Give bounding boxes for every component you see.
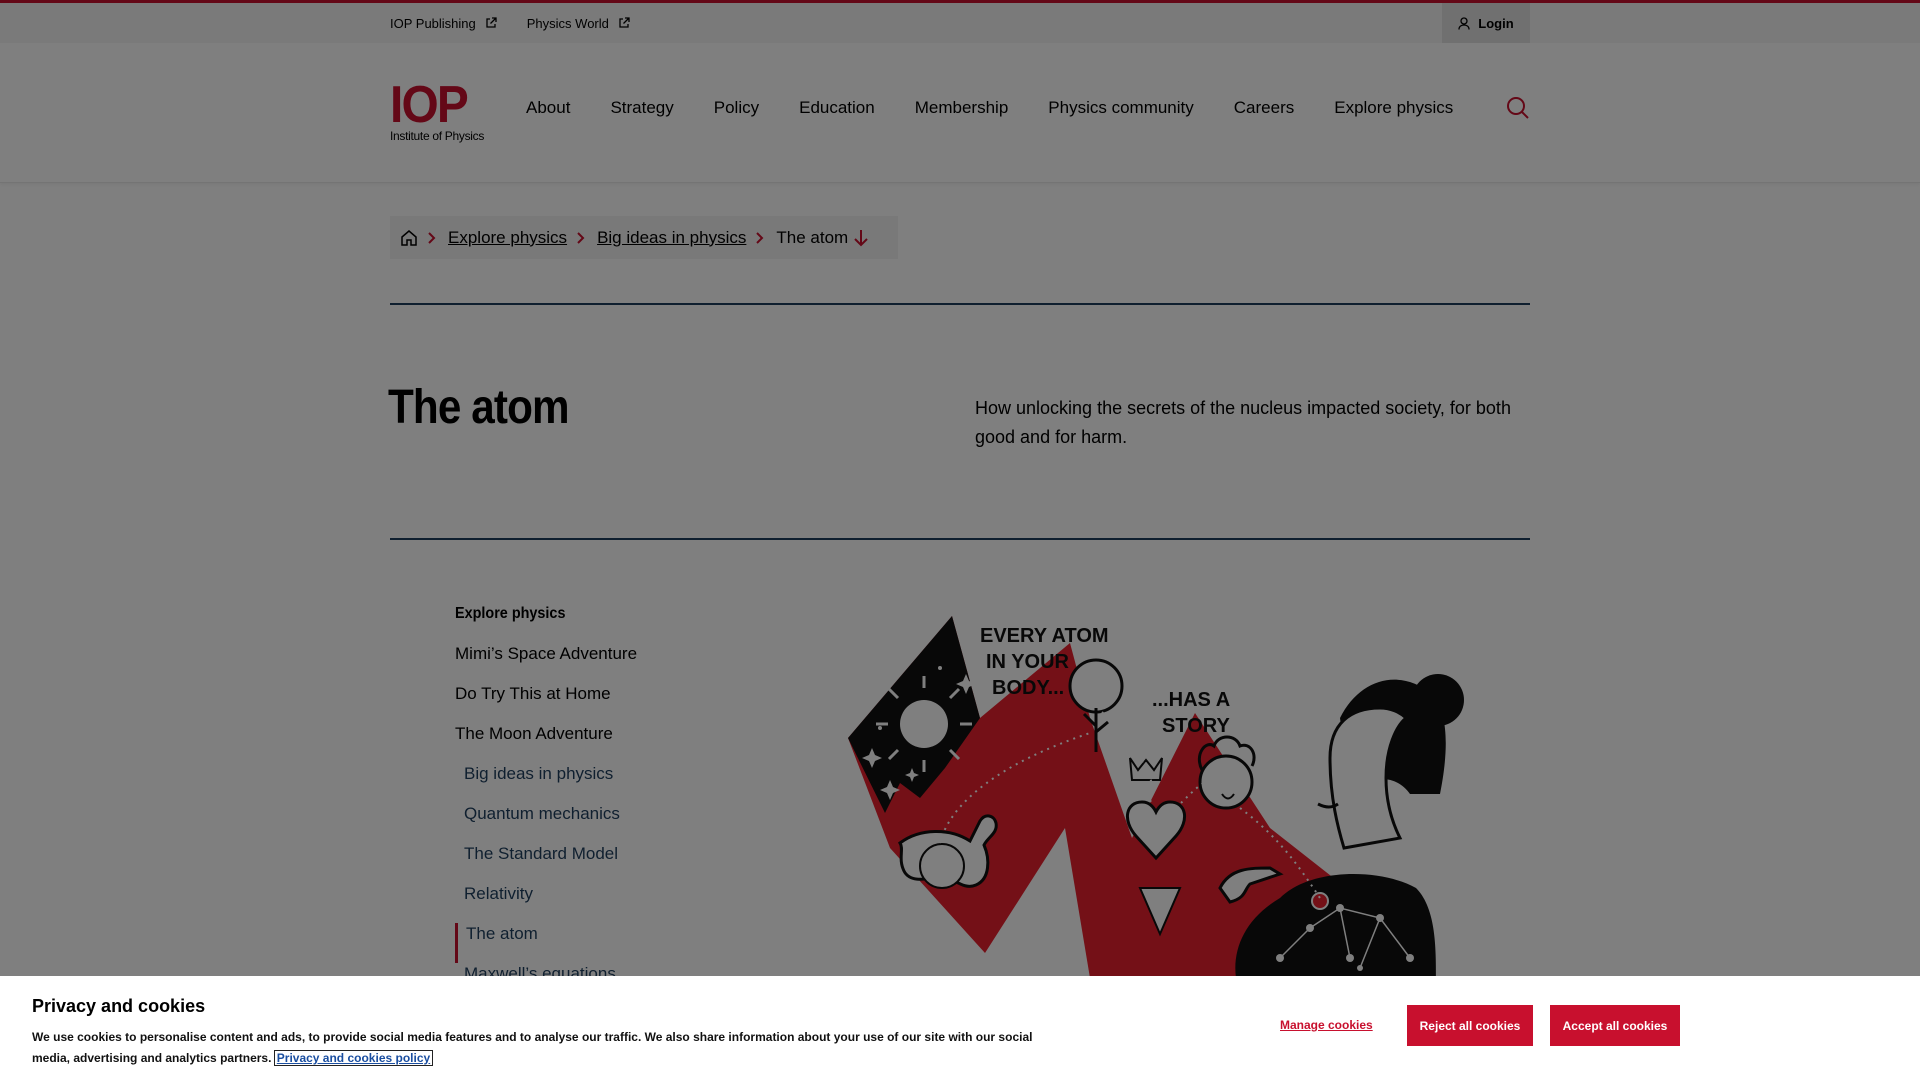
login-label: Login (1478, 15, 1514, 31)
section-nav-heading[interactable]: Explore physics (455, 605, 725, 623)
accept-cookies-button[interactable]: Accept all cookies (1550, 1005, 1680, 1046)
illustration-caption: STORY (1162, 715, 1230, 737)
nav-item-about[interactable]: About (526, 98, 570, 118)
nav-item-policy[interactable]: Policy (714, 98, 759, 118)
breadcrumb: Explore physics Big ideas in physics The… (390, 216, 898, 259)
section-nav-item[interactable]: The Moon Adventure (455, 723, 755, 763)
page-title: The atom (388, 381, 570, 434)
illustration-caption: BODY... (992, 677, 1064, 699)
external-link-icon (486, 17, 497, 28)
illustration-caption: IN YOUR (986, 651, 1070, 673)
divider (390, 538, 1530, 540)
home-icon[interactable] (400, 229, 418, 247)
nav-item-membership[interactable]: Membership (915, 98, 1009, 118)
utility-bar: IOP Publishing Physics World Login (0, 0, 1920, 43)
iop-publishing-link[interactable]: IOP Publishing (390, 16, 497, 31)
page-intro: How unlocking the secrets of the nucleus… (975, 398, 1511, 447)
user-icon (1458, 16, 1470, 30)
section-nav-item[interactable]: Mimi’s Space Adventure (455, 643, 755, 683)
chevron-right-icon (577, 231, 585, 244)
physics-world-link[interactable]: Physics World (527, 16, 630, 31)
physics-world-label: Physics World (526, 15, 609, 31)
reject-cookies-button[interactable]: Reject all cookies (1407, 1005, 1533, 1046)
illustration-caption: EVERY ATOM (980, 625, 1109, 647)
section-nav-subitem[interactable]: Big ideas in physics (455, 763, 755, 803)
iop-publishing-label: IOP Publishing (390, 15, 476, 31)
login-button[interactable]: Login (1442, 3, 1530, 43)
manage-cookies-button[interactable]: Manage cookies (1280, 1018, 1373, 1032)
cookie-description: We use cookies to personalise content an… (32, 1030, 1033, 1065)
arrow-down-icon[interactable] (854, 229, 868, 247)
privacy-policy-link[interactable]: Privacy and cookies policy (273, 1050, 434, 1066)
iop-logo[interactable]: IOP Institute of Physics (390, 76, 490, 143)
section-nav-subitem[interactable]: Relativity (455, 883, 755, 923)
breadcrumb-big-ideas[interactable]: Big ideas in physics (597, 228, 746, 248)
search-button[interactable] (1506, 96, 1530, 125)
divider (390, 303, 1530, 305)
illustration-caption: ...HAS A (1152, 689, 1230, 711)
breadcrumb-explore-physics[interactable]: Explore physics (448, 228, 567, 248)
chevron-right-icon (428, 231, 436, 244)
section-nav-active-item[interactable]: The atom (455, 923, 755, 963)
section-nav-item[interactable]: Do Try This at Home (455, 683, 755, 723)
search-icon (1507, 97, 1529, 119)
main-nav: About Strategy Policy Education Membersh… (526, 98, 1493, 118)
nav-item-explore-physics[interactable]: Explore physics (1334, 98, 1453, 118)
section-nav: Explore physics Mimi’s Space Adventure D… (455, 605, 755, 1003)
nav-item-strategy[interactable]: Strategy (610, 98, 673, 118)
logo-mark: IOP (390, 76, 469, 134)
external-link-icon (619, 17, 630, 28)
section-nav-subitem[interactable]: The Standard Model (455, 843, 755, 883)
nav-item-physics-community[interactable]: Physics community (1048, 98, 1193, 118)
breadcrumb-current[interactable]: The atom (776, 228, 848, 248)
section-nav-subitem[interactable]: Quantum mechanics (455, 803, 755, 843)
nav-item-education[interactable]: Education (799, 98, 875, 118)
nav-item-careers[interactable]: Careers (1234, 98, 1294, 118)
atom-story-illustration: EVERY ATOM IN YOUR BODY... ...HAS A STOR… (848, 616, 1464, 978)
cookie-title: Privacy and cookies (32, 996, 206, 1016)
chevron-right-icon (756, 231, 764, 244)
cookie-text: We use cookies to personalise content an… (32, 1027, 1072, 1069)
